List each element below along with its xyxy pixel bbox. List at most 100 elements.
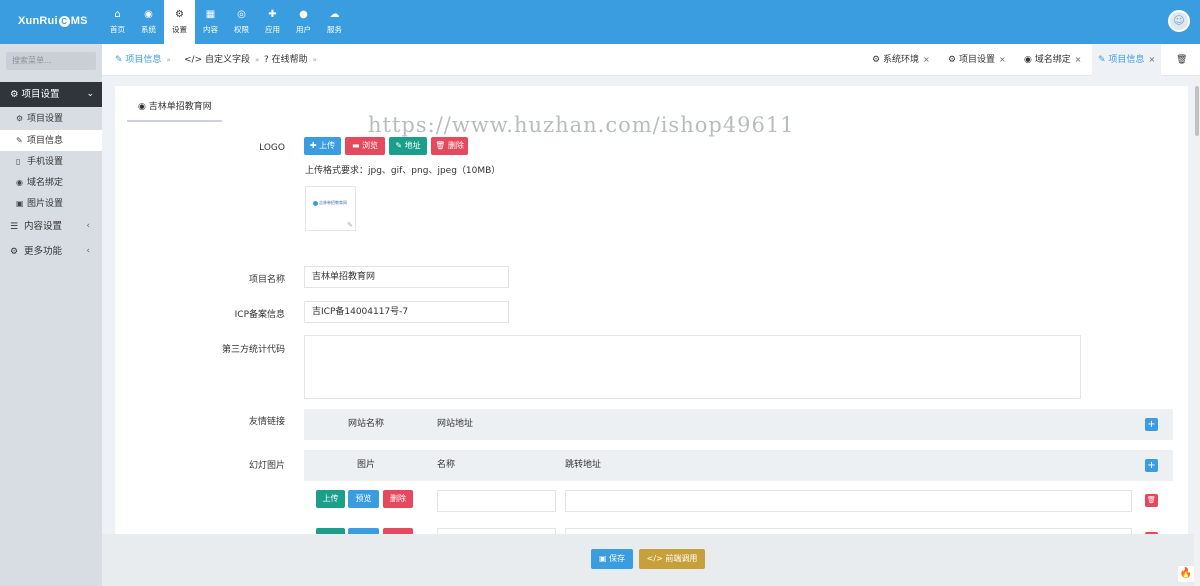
sidebar-item-project-info[interactable]: ✎ 项目信息: [0, 130, 102, 151]
tab-domain-binding[interactable]: ◉ 域名绑定 ×: [1018, 44, 1087, 76]
nav-settings[interactable]: ⚙ 设置: [164, 0, 195, 44]
nav-label: 系统: [141, 25, 156, 34]
breadcrumb-online-help[interactable]: ? 在线帮助 »: [264, 44, 317, 76]
nav-home[interactable]: ⌂ 首页: [102, 0, 133, 44]
avatar[interactable]: ☺: [1168, 10, 1190, 32]
edit-icon: ✎: [115, 55, 123, 65]
slide-preview-button[interactable]: 预览: [348, 490, 379, 508]
edit-icon: ✎: [16, 136, 23, 145]
upload-hint: 上传格式要求：jpg、gif、png、jpeg（10MB）: [305, 166, 501, 176]
address-button[interactable]: ✎ 地址: [389, 137, 427, 155]
button-label: 保存: [609, 554, 626, 563]
close-icon[interactable]: ×: [1075, 55, 1082, 64]
fire-icon[interactable]: 🔥: [1178, 566, 1194, 582]
tab-project-settings[interactable]: ⚙ 项目设置 ×: [942, 44, 1012, 76]
project-name-input[interactable]: 吉林单招教育网: [304, 266, 509, 288]
tab-system-env[interactable]: ⚙ 系统环境 ×: [866, 44, 936, 76]
nav-system[interactable]: ◉ 系统: [133, 0, 164, 44]
cog-icon: ⚙: [872, 55, 881, 65]
column-header: 名称: [437, 460, 456, 470]
logo-mark: C: [58, 16, 70, 27]
slide-delete-button[interactable]: 删除: [383, 490, 413, 508]
slide-upload-button[interactable]: 上传: [316, 490, 345, 508]
remove-slide-button[interactable]: 🗑: [1145, 494, 1158, 507]
nav-permissions[interactable]: ◎ 权限: [226, 0, 257, 44]
tab-bar: ✎ 项目信息 » </> 自定义字段 » ? 在线帮助 » ⚙ 系统环境 × ⚙ 项目设…: [102, 44, 1200, 76]
logo-thumbnail[interactable]: 吉林单招教育网 ✎: [305, 186, 356, 231]
nav-users[interactable]: ● 用户: [288, 0, 319, 44]
tab-label: 项目信息: [1108, 55, 1145, 65]
cog-icon: ⚙: [948, 55, 957, 65]
globe-icon: ◉: [144, 9, 153, 20]
cog-icon: ⚙: [10, 89, 22, 100]
sidebar-item-domain-binding[interactable]: ◉ 域名绑定: [0, 172, 102, 193]
grid-icon: ▦: [205, 9, 216, 20]
add-slide-button[interactable]: +: [1145, 459, 1158, 472]
sidebar-item-label: 域名绑定: [27, 178, 64, 188]
button-label: 删除: [447, 141, 464, 150]
top-navbar: XunRui C MS ⌂ 首页 ◉ 系统 ⚙ 设置 ▦ 内容 ◎ 权限 ✚ 应用 ● 用户 ☁ 服…: [0, 0, 1200, 44]
save-button[interactable]: ▣ 保存: [591, 549, 633, 569]
add-link-button[interactable]: +: [1145, 418, 1158, 431]
friend-links-label: 友情链接: [248, 417, 285, 427]
globe-icon: ◉: [138, 102, 149, 112]
sidebar-item-image-settings[interactable]: ▣ 图片设置: [0, 193, 102, 214]
sidebar-item-label: 项目设置: [27, 114, 64, 124]
close-icon[interactable]: ×: [999, 55, 1006, 64]
sidebar-group-content-settings[interactable]: ☰ 内容设置 ‹: [0, 214, 102, 239]
delete-button[interactable]: 🗑 删除: [431, 137, 468, 155]
icp-input[interactable]: 吉ICP备14004117号-7: [304, 301, 509, 323]
column-header: 网站名称: [348, 419, 385, 429]
button-label: 浏览: [362, 141, 379, 150]
upload-button[interactable]: ✚ 上传: [304, 137, 341, 155]
browse-button[interactable]: ▬ 浏览: [345, 137, 385, 155]
folder-icon: ▬: [351, 141, 363, 150]
nav-apps[interactable]: ✚ 应用: [257, 0, 288, 44]
sidebar-item-project-settings[interactable]: ⚙ 项目设置: [0, 108, 102, 129]
stats-code-textarea[interactable]: [304, 335, 1081, 399]
scrollbar-thumb[interactable]: [1195, 86, 1199, 136]
code-icon: </>: [184, 55, 203, 65]
globe-icon: ◉: [1024, 55, 1032, 65]
search-input[interactable]: 搜索菜单...: [6, 52, 96, 70]
tab-label: 域名绑定: [1034, 55, 1071, 65]
slide-url-input[interactable]: [565, 490, 1132, 512]
nav-services[interactable]: ☁ 服务: [319, 0, 350, 44]
tab-label: 系统环境: [882, 55, 919, 65]
app-logo[interactable]: XunRui C MS: [18, 15, 88, 27]
main-nav: ⌂ 首页 ◉ 系统 ⚙ 设置 ▦ 内容 ◎ 权限 ✚ 应用 ● 用户 ☁ 服务: [102, 0, 350, 44]
nav-label: 设置: [172, 25, 187, 34]
thumbnail-text: 吉林单招教育网: [313, 200, 347, 206]
breadcrumb-label: 自定义字段: [205, 55, 251, 65]
user-circle-icon: ◎: [237, 9, 246, 20]
nav-content[interactable]: ▦ 内容: [195, 0, 226, 44]
column-header: 网站地址: [437, 419, 474, 429]
breadcrumb-label: 项目信息: [125, 55, 162, 65]
sidebar-group-more-features[interactable]: ⚙ 更多功能 ‹: [0, 239, 102, 264]
edit-icon: ✎: [395, 141, 405, 150]
cog-icon: ⚙: [16, 114, 24, 123]
edit-icon[interactable]: ✎: [347, 221, 353, 229]
frontend-call-button[interactable]: </> 前端调用: [639, 549, 705, 569]
image-icon: ▣: [16, 199, 24, 208]
slide-name-input[interactable]: [437, 490, 556, 512]
user-icon: ●: [299, 9, 308, 20]
sidebar-item-mobile-settings[interactable]: ▯ 手机设置: [0, 151, 102, 172]
breadcrumb-project-info[interactable]: ✎ 项目信息 »: [115, 44, 171, 76]
close-icon[interactable]: ×: [1148, 55, 1155, 64]
scrollbar[interactable]: [1194, 76, 1200, 586]
tab-project-info[interactable]: ✎ 项目信息 ×: [1092, 44, 1162, 76]
column-header: 跳转地址: [565, 460, 602, 470]
close-icon: »: [255, 56, 260, 64]
watermark-text: https://www.huzhan.com/ishop49611: [368, 113, 795, 137]
trash-icon[interactable]: 🗑: [1170, 44, 1193, 76]
sidebar-group-project-settings[interactable]: ⚙ 项目设置 ⌄: [0, 82, 102, 107]
close-icon[interactable]: ×: [923, 55, 930, 64]
breadcrumb-custom-fields[interactable]: </> 自定义字段 »: [184, 44, 259, 76]
panel-tab[interactable]: ◉ 吉林单招教育网: [127, 99, 222, 122]
globe-icon: ◉: [16, 178, 23, 187]
sidebar-item-label: 手机设置: [27, 157, 64, 167]
button-label: 上传: [319, 141, 336, 150]
form-footer: ▣ 保存 </> 前端调用: [102, 534, 1200, 586]
edit-icon: ✎: [1098, 55, 1106, 65]
